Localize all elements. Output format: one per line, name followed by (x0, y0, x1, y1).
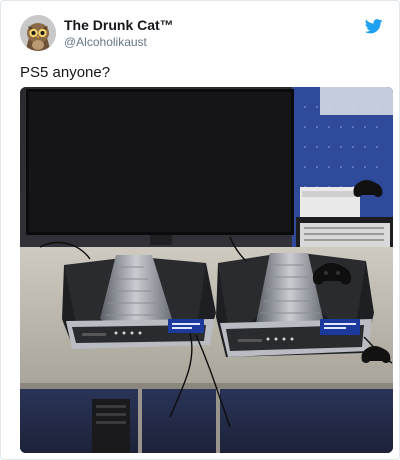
avatar[interactable] (20, 15, 56, 51)
tweet-text: PS5 anyone? (20, 64, 111, 81)
author-display-name[interactable]: The Drunk Cat™ (64, 17, 353, 34)
author-handle[interactable]: @Alcoholikaust (64, 35, 353, 50)
owl-avatar-icon (20, 15, 56, 51)
author-names: The Drunk Cat™ @Alcoholikaust (64, 17, 353, 50)
twitter-bird-icon[interactable] (365, 19, 383, 34)
tweet-card: The Drunk Cat™ @Alcoholikaust PS5 anyone… (0, 0, 400, 460)
left-console (62, 255, 216, 349)
tweet-photo[interactable] (20, 87, 393, 453)
photo-scene (20, 87, 393, 453)
tweet-header: The Drunk Cat™ @Alcoholikaust (20, 15, 383, 53)
right-console (216, 253, 374, 357)
